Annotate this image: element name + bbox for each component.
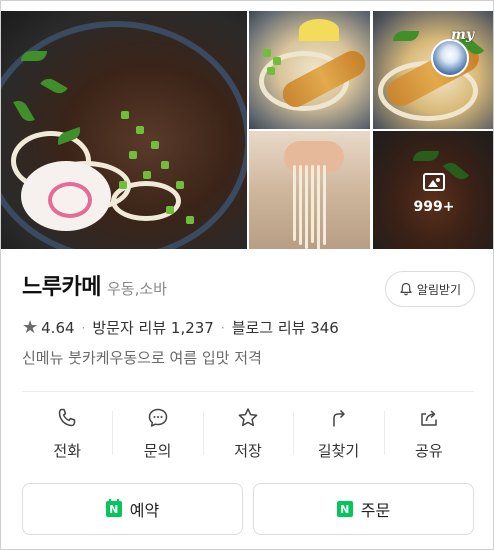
directions-label: 길찾기 (317, 441, 360, 460)
call-label: 전화 (53, 441, 81, 460)
photo-more[interactable]: 999+ (373, 131, 493, 249)
share-button[interactable]: 공유 (383, 397, 474, 469)
photo-thumb[interactable] (249, 11, 370, 129)
photo-more-count: 999+ (413, 199, 455, 215)
directions-icon (333, 409, 346, 426)
image-icon (423, 173, 445, 191)
inquiry-button[interactable]: 문의 (112, 397, 202, 469)
naver-calendar-icon: N (105, 499, 122, 517)
separator-dot: · (220, 320, 225, 335)
divider (22, 391, 474, 392)
title-row: 느루카메 우동,소바 (22, 269, 167, 301)
save-button[interactable]: 저장 (202, 397, 293, 469)
alarm-button[interactable]: 알림받기 (385, 271, 475, 307)
directions-button[interactable]: 길찾기 (293, 397, 383, 469)
order-button[interactable]: N 주문 (253, 483, 474, 535)
star-icon: ★ (22, 316, 39, 338)
place-card: 999+ my 느루카메 우동,소바 알림받기 ★ 4.64 · 방문자 리뷰 … (0, 0, 494, 550)
separator-dot: · (81, 320, 86, 335)
review-stats: ★ 4.64 · 방문자 리뷰 1,237 · 블로그 리뷰 346 (22, 317, 339, 338)
share-label: 공유 (415, 441, 443, 460)
blog-reviews-link[interactable]: 블로그 리뷰 346 (232, 317, 339, 338)
alarm-label: 알림받기 (416, 282, 462, 297)
naver-logo-icon: N (336, 501, 353, 517)
visitor-reviews-link[interactable]: 방문자 리뷰 1,237 (92, 317, 213, 338)
action-bar: 전화 문의 저장 길찾기 공유 (22, 397, 474, 469)
avatar (431, 39, 469, 77)
place-name: 느루카메 (22, 275, 101, 300)
photo-grid: 999+ my (1, 11, 493, 249)
phone-icon (58, 408, 76, 426)
call-button[interactable]: 전화 (22, 397, 112, 469)
bottom-buttons: N 예약 N 주문 (22, 483, 474, 535)
reservation-label: 예약 (129, 501, 160, 520)
rating-value: 4.64 (41, 318, 75, 337)
bell-icon (399, 282, 413, 296)
reservation-button[interactable]: N 예약 (22, 483, 243, 535)
place-description: 신메뉴 붓카케우동으로 여름 입맛 저격 (22, 349, 262, 367)
main-photo[interactable] (1, 11, 247, 249)
place-category: 우동,소바 (106, 280, 167, 298)
save-label: 저장 (234, 441, 262, 460)
chat-icon (148, 408, 167, 427)
photo-thumb[interactable] (249, 131, 370, 249)
star-outline-icon (238, 407, 258, 426)
my-label: my (451, 27, 474, 43)
inquiry-label: 문의 (143, 441, 172, 460)
share-icon (421, 409, 437, 426)
my-profile-badge[interactable]: my (429, 27, 475, 77)
order-label: 주문 (360, 501, 391, 520)
